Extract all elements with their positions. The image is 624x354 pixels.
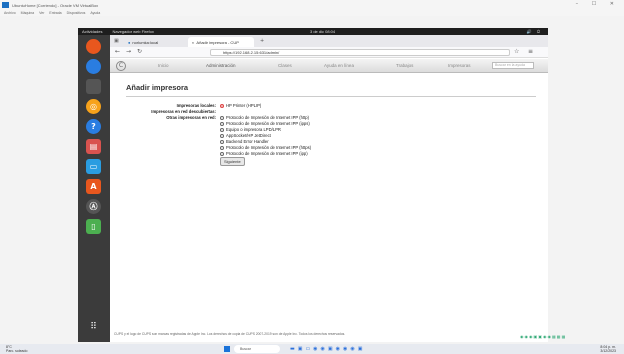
thunderbird-icon[interactable] (86, 59, 101, 74)
system-tray[interactable]: 8:04 p. m. 3/12/2023 (600, 345, 616, 353)
radio[interactable] (220, 121, 224, 126)
radio[interactable] (220, 133, 224, 138)
divider (126, 96, 536, 97)
weather-widget[interactable]: 8°C Parc. soleado (6, 345, 27, 353)
other-printer-option[interactable]: Protocolo de Impresión de Internet IPP (… (220, 151, 308, 156)
radio[interactable] (220, 115, 224, 120)
windows-start-icon[interactable] (224, 346, 230, 352)
host-taskbar: 8°C Parc. soleado Buscar ▬▣▭◉◉▣◉◉◉▣ 8:04… (0, 344, 624, 354)
bookmark-star-icon[interactable]: ☆ (514, 48, 519, 55)
taskbar-search[interactable]: Buscar (234, 345, 280, 353)
taskbar-pinned-apps-icon[interactable]: ▬▣▭◉◉▣◉◉◉▣ (290, 346, 365, 352)
writer-icon[interactable]: ▤ (86, 139, 101, 154)
option-label: Protocolo de Impresión de Internet IPP (… (226, 145, 312, 150)
other-printer-option[interactable]: AppSocket/HP JetDirect (220, 133, 271, 138)
tab-add-printer[interactable]: ◐ Añadir impresora - CUP (188, 37, 254, 47)
document-icon[interactable]: ▭ (86, 159, 101, 174)
host-menubar: Archivo Máquina Ver Entrada Dispositivos… (0, 10, 624, 16)
vm-status-icons[interactable]: ◉◉◉▣▣◉◉▦▦▦ (520, 334, 566, 339)
host-menu-item[interactable]: Archivo (4, 11, 16, 15)
tab-label: Añadir impresora - CUP (196, 39, 239, 45)
local-printer-name: HP Printer (HPLIP) (226, 103, 262, 108)
other-printer-option[interactable]: Equipo o impresora LPD/LPR (220, 127, 281, 132)
url-text: https://192.168.2.15:631/admin/ (223, 50, 280, 55)
weather-desc: Parc. soleado (6, 349, 28, 353)
tab-bar: ▣ ● norlumka:local ◐ Añadir impresora - … (110, 35, 548, 47)
nav-home[interactable]: Inicio (158, 63, 169, 68)
local-printer-option[interactable]: HP Printer (HPLIP) (220, 103, 261, 108)
host-menu-item[interactable]: Ver (39, 11, 44, 15)
option-label: Protocolo de Impresión de Internet IPP (… (226, 115, 310, 120)
continue-button[interactable]: Siguiente (220, 157, 245, 166)
rhythmbox-icon[interactable]: ◎ (86, 99, 101, 114)
system-menu[interactable]: 🔊 ⏻ (527, 29, 542, 34)
guest-topbar: Actividades Navegador web Firefox 3 de d… (78, 28, 548, 35)
forward-icon[interactable]: → (126, 48, 131, 55)
host-menu-item[interactable]: Máquina (21, 11, 34, 15)
activities-button[interactable]: Actividades (82, 29, 102, 34)
other-printer-option[interactable]: Backend Error Handler (220, 139, 269, 144)
cups-navigation: C Inicio Administración Clases Ayuda en … (110, 59, 548, 73)
main-content: Añadir impresora Impresoras locales: HP … (126, 79, 536, 166)
taskbar-search-label: Buscar (240, 347, 251, 351)
option-label: AppSocket/HP JetDirect (226, 133, 271, 138)
nav-printers[interactable]: Impresoras (448, 63, 471, 68)
option-label: Backend Error Handler (226, 139, 269, 144)
option-label: Protocolo de Impresión de Internet IPP (… (226, 151, 308, 156)
dock: ◎ ? ▤ ▭ A Ⓐ ▯ ⠿ (78, 35, 110, 342)
nav-classes[interactable]: Clases (278, 63, 292, 68)
firefox-window: ▣ ● norlumka:local ◐ Añadir impresora - … (110, 35, 548, 342)
nav-administration[interactable]: Administración (206, 63, 236, 68)
nav-online-help[interactable]: Ayuda en línea (324, 63, 354, 68)
tab-label: norlumka:local (132, 39, 159, 45)
clock[interactable]: 3 de dic 08:04 (310, 29, 335, 34)
reload-icon[interactable]: ↻ (137, 48, 142, 55)
settings-icon[interactable]: Ⓐ (86, 199, 101, 214)
host-titlebar: UbuntuHome [Corriendo] - Oracle VM Virtu… (0, 0, 624, 10)
tab-favicon-icon: ● (128, 39, 131, 45)
virtualbox-icon (2, 2, 9, 8)
active-app-label[interactable]: Navegador web Firefox (112, 29, 153, 34)
other-printers-label: Otras impresoras en red: (166, 115, 216, 120)
help-icon[interactable]: ? (86, 119, 101, 134)
trash-icon[interactable]: ▯ (86, 219, 101, 234)
other-printer-option[interactable]: Protocolo de Impresión de Internet IPP (… (220, 145, 311, 150)
navigation-bar: ← → ↻ https://192.168.2.15:631/admin/ ☆ … (110, 47, 548, 58)
menu-icon[interactable]: ≡ (528, 48, 533, 55)
page-title: Añadir impresora (126, 83, 189, 92)
tab-local[interactable]: ● norlumka:local (124, 37, 184, 47)
help-search-input[interactable]: Buscar en la ayuda (492, 62, 534, 69)
host-menu-item[interactable]: Ayuda (90, 11, 100, 15)
show-apps-icon[interactable]: ⠿ (86, 319, 101, 334)
radio[interactable] (220, 151, 224, 156)
host-menu-item[interactable]: Dispositivos (67, 11, 86, 15)
radio[interactable] (220, 145, 224, 150)
local-printers-label: Impresoras locales: (176, 103, 216, 108)
files-icon[interactable] (86, 79, 101, 94)
host-window-title: UbuntuHome [Corriendo] - Oracle VM Virtu… (12, 2, 99, 8)
url-bar[interactable]: https://192.168.2.15:631/admin/ (210, 49, 510, 56)
other-printer-option[interactable]: Protocolo de Impresión de Internet IPP (… (220, 121, 310, 126)
option-label: Protocolo de Impresión de Internet IPP (… (226, 121, 310, 126)
tray-date: 3/12/2023 (600, 349, 616, 353)
host-window-controls[interactable]: – ☐ ✕ (576, 1, 620, 7)
page-footer: CUPS y el logo de CUPS son marcas regist… (114, 332, 346, 336)
host-menu-item[interactable]: Entrada (49, 11, 61, 15)
firefox-icon[interactable] (86, 39, 101, 54)
new-tab-icon[interactable]: + (260, 38, 264, 44)
radio[interactable] (220, 139, 224, 144)
tab-list-icon[interactable]: ▣ (114, 38, 119, 44)
nav-jobs[interactable]: Trabajos (396, 63, 413, 68)
search-placeholder: Buscar en la ayuda (495, 63, 525, 67)
radio[interactable] (220, 127, 224, 132)
radio-selected[interactable] (220, 103, 224, 108)
cups-logo-icon[interactable]: C (116, 61, 126, 71)
back-icon[interactable]: ← (115, 48, 120, 55)
tab-favicon-icon: ◐ (192, 39, 195, 45)
other-printer-option[interactable]: Protocolo de Impresión de Internet IPP (… (220, 115, 309, 120)
discovered-printers-label: Impresoras en red descubiertas: (151, 109, 216, 114)
guest-desktop: Actividades Navegador web Firefox 3 de d… (78, 28, 548, 342)
option-label: Equipo o impresora LPD/LPR (226, 127, 281, 132)
software-icon[interactable]: A (86, 179, 101, 194)
